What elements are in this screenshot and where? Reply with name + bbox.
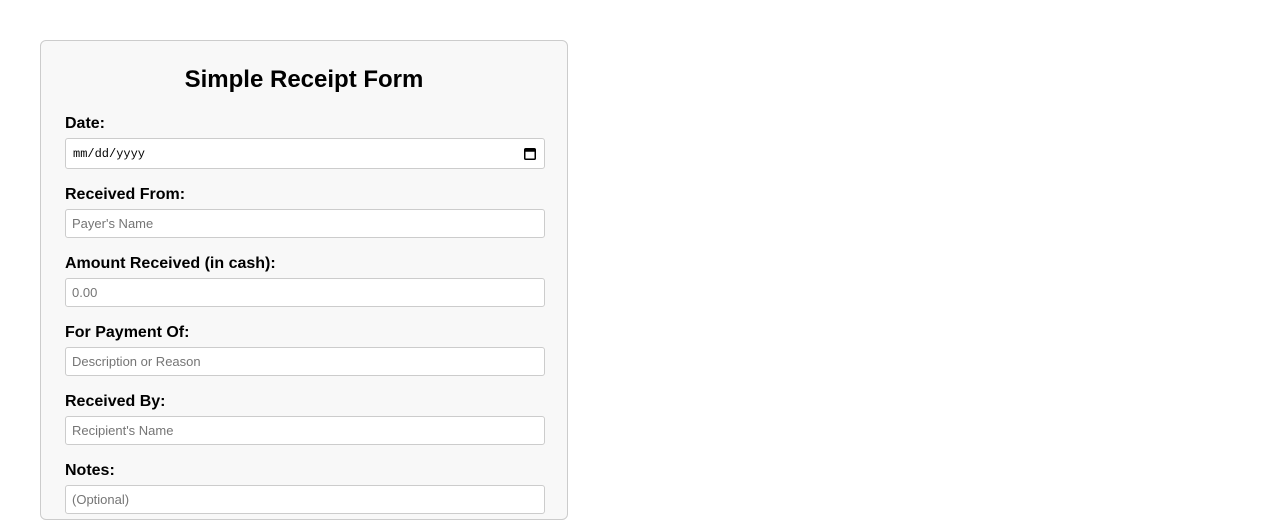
calendar-icon[interactable] [524, 147, 536, 160]
received-from-label: Received From: [65, 186, 186, 203]
date-input[interactable]: mm/dd/yyyy [65, 138, 545, 169]
receipt-form: Simple Receipt Form Date: mm/dd/yyyy Rec… [40, 40, 568, 520]
received-by-label: Received By: [65, 393, 166, 410]
payment-of-label: For Payment Of: [65, 324, 190, 341]
payment-of-input[interactable] [65, 347, 545, 376]
date-label: Date: [65, 115, 106, 132]
received-from-input[interactable] [65, 209, 545, 238]
form-title: Simple Receipt Form [184, 66, 424, 93]
notes-label: Notes: [65, 462, 115, 479]
notes-input[interactable] [65, 485, 545, 514]
amount-input[interactable] [65, 278, 545, 307]
date-placeholder: mm/dd/yyyy [73, 147, 146, 161]
amount-label: Amount Received (in cash): [65, 255, 276, 272]
received-by-input[interactable] [65, 416, 545, 445]
